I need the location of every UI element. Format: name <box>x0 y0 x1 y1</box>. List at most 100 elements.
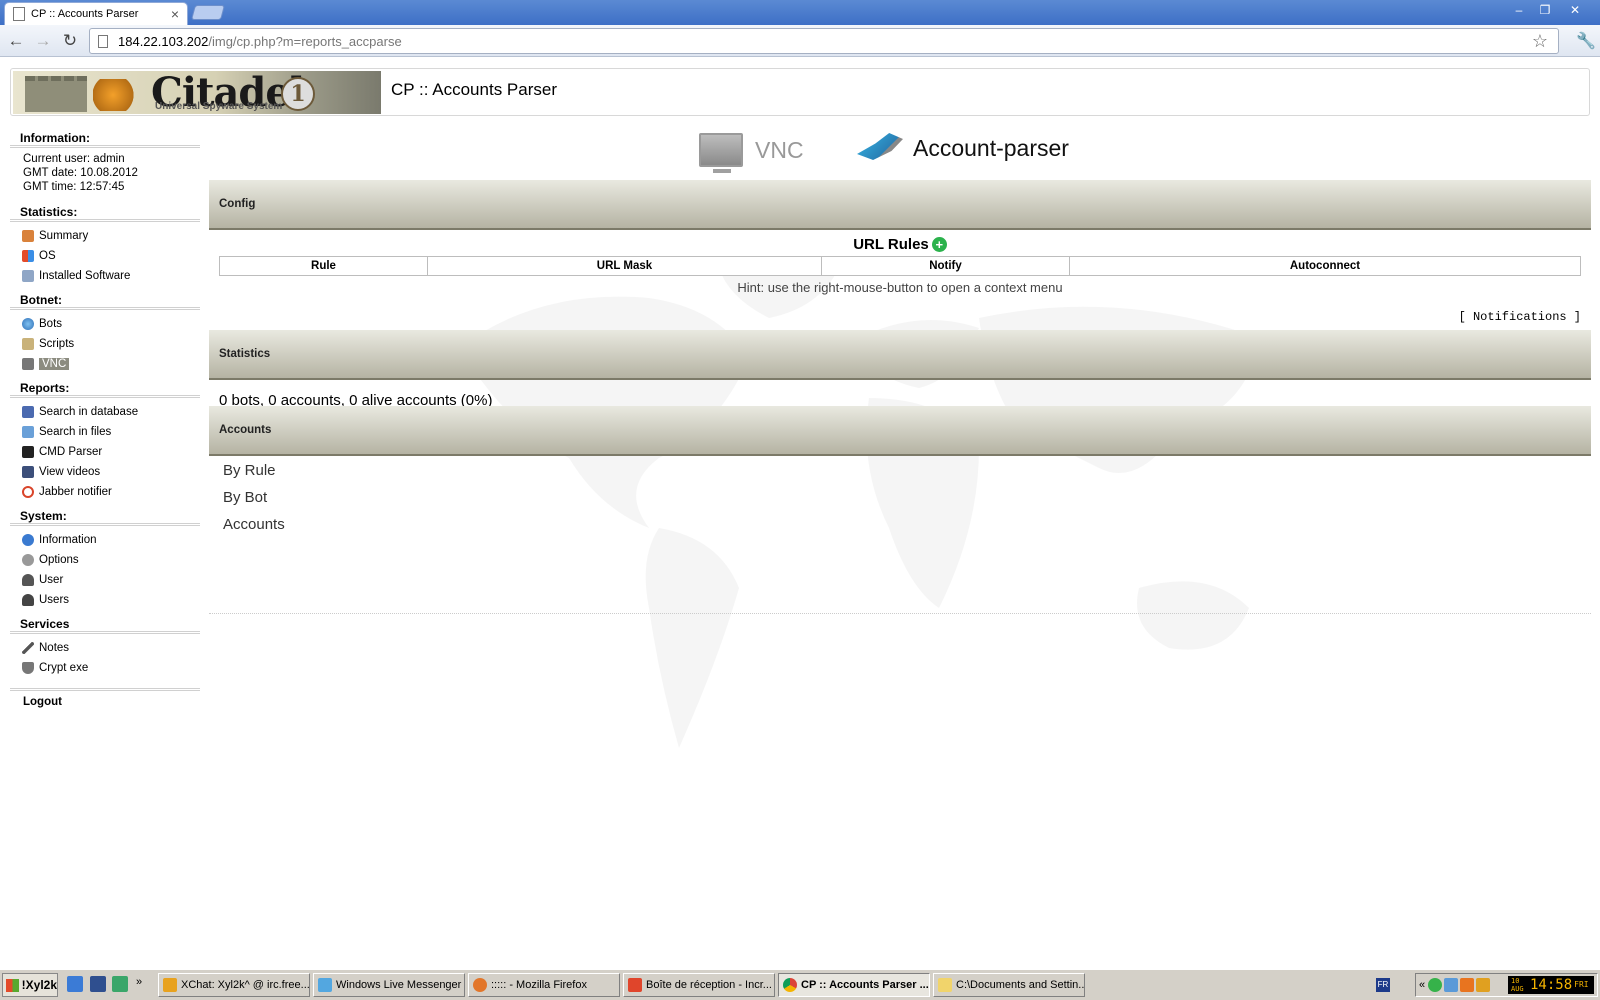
database-book-icon <box>22 406 34 418</box>
accounts-by-rule-link[interactable]: By Rule <box>223 462 276 479</box>
sidebar-item-bots[interactable]: Bots <box>10 314 200 334</box>
save-disk-icon[interactable] <box>90 976 106 992</box>
tab-account-parser[interactable]: Account-parser <box>857 133 1069 163</box>
tab-vnc[interactable]: VNC <box>699 133 804 173</box>
expand-tray-icon[interactable]: « <box>1419 979 1425 991</box>
film-icon <box>22 466 34 478</box>
jabber-icon <box>22 486 34 498</box>
ie-icon[interactable] <box>67 976 83 992</box>
sidebar-item-os[interactable]: OS <box>10 246 200 266</box>
sidebar-item-information[interactable]: Information <box>10 530 200 550</box>
sidebar-section-system: System: <box>10 506 200 526</box>
forward-arrow-icon[interactable]: → <box>33 31 53 51</box>
column-autoconnect[interactable]: Autoconnect <box>1069 256 1581 276</box>
language-indicator[interactable]: FR <box>1376 978 1390 992</box>
sidebar-item-vnc[interactable]: VNC <box>10 354 200 374</box>
security-shield-icon[interactable] <box>1428 978 1443 992</box>
restore-icon[interactable]: ❐ <box>1536 2 1554 18</box>
sidebar-item-label: Information <box>39 534 97 546</box>
task-firefox[interactable]: ::::: - Mozilla Firefox <box>468 973 620 997</box>
globe-icon <box>22 318 34 330</box>
close-tab-icon[interactable]: × <box>171 6 179 22</box>
sidebar-item-user[interactable]: User <box>10 570 200 590</box>
sidebar-item-jabber-notifier[interactable]: Jabber notifier <box>10 482 200 502</box>
chevron-right-icon[interactable]: » <box>136 976 152 992</box>
minimize-icon[interactable]: – <box>1510 2 1528 18</box>
accounts-by-bot-link[interactable]: By Bot <box>223 489 267 506</box>
start-label: !Xyl2k <box>21 978 57 992</box>
notification-tray-icon[interactable] <box>1460 978 1475 992</box>
accounts-band: Accounts <box>209 406 1591 456</box>
sidebar-item-installed-software[interactable]: Installed Software <box>10 266 200 286</box>
sidebar-item-options[interactable]: Options <box>10 550 200 570</box>
url-rules-title: URL Rules <box>853 236 929 253</box>
column-url-mask[interactable]: URL Mask <box>427 256 822 276</box>
task-label: Windows Live Messenger <box>336 979 462 991</box>
task-explorer[interactable]: C:\Documents and Settin... <box>933 973 1085 997</box>
task-label: C:\Documents and Settin... <box>956 979 1085 991</box>
windows-logo-icon <box>22 250 34 262</box>
sidebar-item-search-database[interactable]: Search in database <box>10 402 200 422</box>
sidebar-item-users[interactable]: Users <box>10 590 200 610</box>
messenger-tray-icon[interactable] <box>1444 978 1459 992</box>
close-window-icon[interactable]: ✕ <box>1566 2 1584 18</box>
sidebar-item-crypt-exe[interactable]: Crypt exe <box>10 658 200 678</box>
chart-icon[interactable] <box>112 976 128 992</box>
task-xchat[interactable]: XChat: Xyl2k^ @ irc.free... <box>158 973 310 997</box>
home-icon <box>22 230 34 242</box>
page-icon <box>98 34 108 48</box>
mail-icon <box>628 978 642 992</box>
new-tab-button[interactable] <box>190 5 226 20</box>
sidebar-item-label: VNC <box>39 358 70 370</box>
windows-logo-icon <box>6 978 19 992</box>
gear-icon <box>22 554 34 566</box>
task-label: CP :: Accounts Parser ... <box>801 979 929 991</box>
notifications-link[interactable]: [ Notifications ] <box>1459 310 1581 324</box>
context-menu-hint: Hint: use the right-mouse-button to open… <box>737 280 1063 295</box>
sidebar-item-view-videos[interactable]: View videos <box>10 462 200 482</box>
back-arrow-icon[interactable]: ← <box>6 31 26 51</box>
url-host: 184.22.103.202 <box>118 33 209 49</box>
console-icon <box>22 446 34 458</box>
sidebar-section-information: Information: <box>10 128 200 148</box>
sidebar-item-label: View videos <box>39 466 101 478</box>
task-mail[interactable]: Boîte de réception - Incr... <box>623 973 775 997</box>
clock[interactable]: 10 AUG 14:58 FRI <box>1508 976 1594 994</box>
clock-day: FRI <box>1574 980 1589 989</box>
bookmark-star-icon[interactable]: ☆ <box>1532 31 1548 52</box>
statistics-band: Statistics <box>209 330 1591 380</box>
xchat-tray-icon[interactable] <box>1476 978 1491 992</box>
messenger-icon <box>318 978 332 992</box>
tab-label: VNC <box>755 136 804 163</box>
sidebar-item-label: Scripts <box>39 338 75 350</box>
wrench-menu-icon[interactable]: 🔧 <box>1576 31 1596 51</box>
accounts-link[interactable]: Accounts <box>223 516 285 533</box>
address-bar[interactable]: 184.22.103.202 /img/cp.php?m=reports_acc… <box>89 28 1559 54</box>
folder-icon <box>22 426 34 438</box>
software-icon <box>22 270 34 282</box>
sidebar-item-label: Installed Software <box>39 270 131 282</box>
sidebar-item-cmd-parser[interactable]: CMD Parser <box>10 442 200 462</box>
reload-icon[interactable]: ↻ <box>60 31 80 51</box>
add-rule-icon[interactable]: + <box>931 237 947 252</box>
page-title: CP :: Accounts Parser <box>391 80 557 99</box>
top-tabs: VNC Account-parser <box>209 128 1591 178</box>
sidebar-item-summary[interactable]: Summary <box>10 226 200 246</box>
start-button[interactable]: !Xyl2k <box>2 973 58 997</box>
browser-tab-active[interactable]: CP :: Accounts Parser × <box>4 2 188 25</box>
sidebar-item-label: Crypt exe <box>39 662 89 674</box>
sidebar-item-scripts[interactable]: Scripts <box>10 334 200 354</box>
logout-link[interactable]: Logout <box>10 688 200 708</box>
clipboard-icon <box>22 338 34 350</box>
task-label: XChat: Xyl2k^ @ irc.free... <box>181 979 310 991</box>
task-chrome[interactable]: CP :: Accounts Parser ... <box>778 973 930 997</box>
task-messenger[interactable]: Windows Live Messenger <box>313 973 465 997</box>
sidebar-section-reports: Reports: <box>10 378 200 398</box>
sidebar-item-search-files[interactable]: Search in files <box>10 422 200 442</box>
url-path: /img/cp.php?m=reports_accparse <box>208 33 402 49</box>
sidebar-item-notes[interactable]: Notes <box>10 638 200 658</box>
column-notify[interactable]: Notify <box>821 256 1070 276</box>
world-map-background <box>459 258 1259 748</box>
column-rule[interactable]: Rule <box>219 256 428 276</box>
browser-window: CP :: Accounts Parser × – ❐ ✕ ← → ↻ 184.… <box>0 0 1600 968</box>
